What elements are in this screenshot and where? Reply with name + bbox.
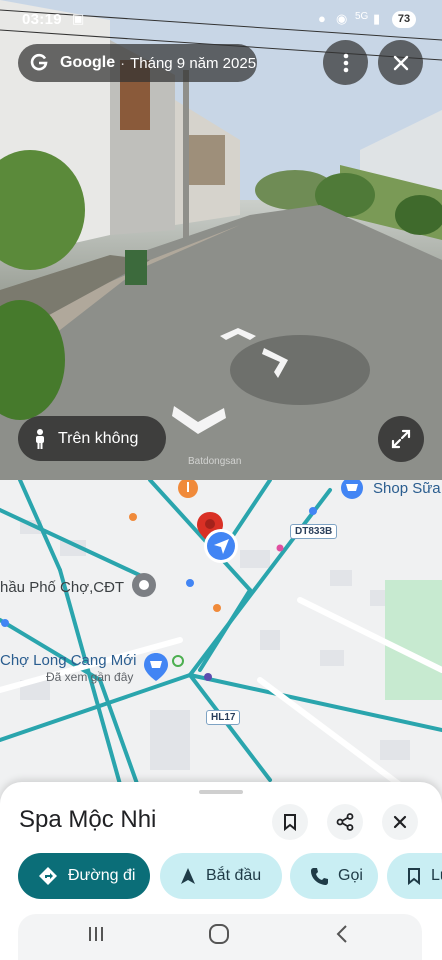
market-detail-marker[interactable] — [131, 572, 157, 598]
directions-icon — [38, 866, 58, 886]
market-marker-icon[interactable] — [143, 652, 169, 682]
my-location-icon[interactable] — [203, 528, 239, 564]
bookmark-button[interactable] — [272, 804, 308, 840]
person-icon — [36, 428, 44, 449]
shop-label[interactable]: Shop Sữa — [373, 480, 441, 497]
start-button[interactable]: Bắt đầu — [160, 853, 282, 899]
share-icon — [336, 813, 354, 831]
navigate-back-arrow[interactable] — [170, 396, 230, 436]
bookmark-icon — [284, 814, 296, 831]
directions-label: Đường đi — [68, 867, 136, 884]
status-icons-left: ▣ — [72, 11, 85, 26]
market-label[interactable]: Chợ Long Cang Mới — [0, 652, 136, 669]
navigate-forward-arrow[interactable] — [212, 320, 302, 380]
street-view-date-pill[interactable]: Google · Tháng 9 năm 2025 — [18, 44, 257, 82]
road-shield-dt833b: DT833B — [290, 524, 338, 539]
save-button[interactable]: Lưu — [387, 853, 442, 899]
back-icon[interactable] — [334, 924, 350, 944]
call-label: Gọi — [338, 867, 363, 884]
share-button[interactable] — [327, 804, 363, 840]
call-button[interactable]: Gọi — [290, 853, 378, 899]
expand-icon — [391, 429, 411, 449]
google-logo-icon — [26, 50, 52, 76]
fullscreen-button[interactable] — [378, 416, 424, 462]
system-navigation-bar — [18, 914, 422, 960]
navigation-arrow-icon — [180, 867, 196, 885]
market-detail-label[interactable]: hầu Phố Chợ,CĐT — [0, 579, 124, 596]
close-street-view-button[interactable] — [378, 40, 423, 85]
shop-marker-icon[interactable] — [340, 480, 364, 500]
close-sheet-button[interactable] — [382, 804, 418, 840]
aerial-view-button[interactable]: Trên không — [18, 416, 166, 461]
place-name: Spa Mộc Nhi — [19, 806, 157, 833]
aerial-label: Trên không — [58, 429, 139, 447]
location-icon: ● — [318, 11, 326, 26]
google-brand: Google — [60, 54, 116, 71]
map-view[interactable]: Shop Sữa hầu Phố Chợ,CĐT Chợ Long Cang M… — [0, 480, 442, 820]
signal-bars-icon: ▮ — [373, 11, 381, 26]
recent-apps-icon[interactable] — [86, 924, 106, 944]
bookmark-icon — [407, 867, 421, 885]
street-view-panel[interactable]: 03:19 ▣ ● ◉ 5G ▮ 73 Google · Tháng 9 năm… — [0, 0, 442, 480]
phone-icon — [310, 867, 328, 885]
close-icon — [393, 815, 407, 829]
road-shield-hl17: HL17 — [206, 710, 241, 725]
separator-dot: · — [120, 54, 126, 72]
hotspot-icon: ◉ — [336, 11, 348, 26]
drag-handle[interactable] — [199, 790, 243, 794]
status-bar: 03:19 ▣ ● ◉ 5G ▮ 73 — [0, 0, 442, 40]
poi-orange-marker[interactable] — [176, 480, 200, 502]
more-vert-icon — [343, 53, 348, 72]
battery-indicator: 73 — [392, 11, 416, 28]
status-time: 03:19 — [22, 11, 62, 28]
start-label: Bắt đầu — [206, 867, 262, 884]
watermark: Batdongsan — [188, 456, 242, 467]
more-options-button[interactable] — [323, 40, 368, 85]
capture-date: Tháng 9 năm 2025 — [130, 54, 257, 72]
directions-button[interactable]: Đường đi — [18, 853, 150, 899]
home-icon[interactable] — [208, 923, 230, 945]
recent-dot — [172, 655, 184, 667]
save-label: Lưu — [431, 867, 442, 884]
recently-viewed-label: Đã xem gần đây — [46, 670, 134, 684]
close-icon — [393, 55, 408, 70]
signal-5g-icon: 5G — [355, 11, 369, 22]
